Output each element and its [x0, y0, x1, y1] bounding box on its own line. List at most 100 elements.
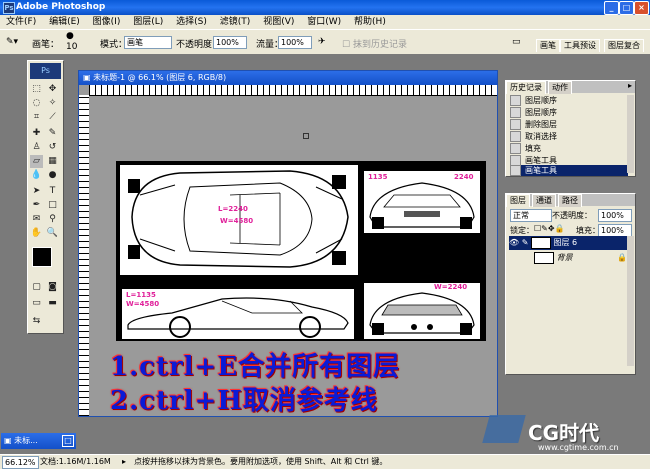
- layer-row-selected[interactable]: 👁 ✎ 图层 6: [509, 236, 631, 250]
- brush-dot-icon[interactable]: ●: [66, 31, 74, 41]
- jump-to-imageready-icon[interactable]: ⇆: [30, 315, 43, 328]
- image-canvas[interactable]: L=2240 W=4580 1135 2240 L=1135 W=4580 W=…: [116, 161, 486, 341]
- airbrush-icon[interactable]: ✈: [318, 37, 326, 47]
- ps-doc-icon: ▣: [83, 73, 91, 82]
- hand-tool-icon[interactable]: ✋: [30, 227, 43, 240]
- tab-paths[interactable]: 路径: [558, 194, 582, 207]
- menu-help[interactable]: 帮助(H): [354, 17, 386, 27]
- tab-actions[interactable]: 动作: [548, 81, 572, 94]
- lasso-tool-icon[interactable]: ◌: [30, 97, 43, 110]
- history-item-label: 图层顺序: [525, 108, 557, 117]
- type-tool-icon[interactable]: T: [46, 185, 59, 198]
- history-item[interactable]: 填充: [510, 143, 628, 154]
- history-item[interactable]: 取消选择: [510, 131, 628, 142]
- menu-edit[interactable]: 编辑(E): [49, 17, 80, 27]
- tab-channels[interactable]: 通道: [532, 194, 556, 207]
- history-item[interactable]: 图层顺序: [510, 95, 628, 106]
- shape-tool-icon[interactable]: □: [46, 199, 59, 212]
- move-tool-icon[interactable]: ✥: [46, 83, 59, 96]
- magic-wand-icon[interactable]: ✧: [46, 97, 59, 110]
- quick-mask-icon[interactable]: ◙: [46, 281, 59, 294]
- history-step-icon: [510, 95, 521, 106]
- screen-mode-full-icon[interactable]: ▬: [46, 297, 59, 310]
- menu-view[interactable]: 视图(V): [263, 17, 294, 27]
- crop-tool-icon[interactable]: ⌗: [30, 111, 43, 124]
- menu-window[interactable]: 窗口(W): [307, 17, 341, 27]
- history-item[interactable]: 删除图层: [510, 119, 628, 130]
- lock-icons[interactable]: ☐✎✥🔒: [534, 224, 565, 233]
- history-step-icon: [510, 131, 521, 142]
- document-size: 文档:1.16M/1.16M: [40, 457, 111, 466]
- car-top-view: L=2240 W=4580: [120, 165, 358, 275]
- marquee-tool-icon[interactable]: ⬚: [30, 83, 43, 96]
- history-panel: 历史记录 动作 ▸ 图层顺序 图层顺序 删除图层 取消选择 填充 画笔工具 画笔…: [505, 80, 636, 177]
- screen-mode-standard-icon[interactable]: ▭: [30, 297, 43, 310]
- pen-tool-icon[interactable]: ✒: [30, 199, 43, 212]
- healing-brush-icon[interactable]: ✚: [30, 127, 43, 140]
- tab-layers[interactable]: 图层: [506, 194, 530, 207]
- history-brush-icon[interactable]: ↺: [46, 141, 59, 154]
- eraser-tool-icon[interactable]: ▱: [30, 155, 43, 168]
- clone-stamp-icon[interactable]: ♙: [30, 141, 43, 154]
- document-title: 未标题-1 @ 66.1% (图层 6, RGB/8): [93, 73, 227, 82]
- status-arrow-icon[interactable]: ▸: [122, 455, 126, 469]
- restore-icon[interactable]: □: [62, 435, 74, 447]
- menu-filter[interactable]: 滤镜(T): [220, 17, 251, 27]
- blur-tool-icon[interactable]: 💧: [30, 169, 43, 182]
- gradient-tool-icon[interactable]: ▦: [46, 155, 59, 168]
- zoom-field[interactable]: 66.12%: [2, 456, 39, 469]
- slice-tool-icon[interactable]: ⟋: [46, 111, 59, 124]
- menu-select[interactable]: 选择(S): [176, 17, 207, 27]
- notes-tool-icon[interactable]: ✉: [30, 213, 43, 226]
- rear-width-label: W=2240: [434, 283, 468, 291]
- layers-scrollbar[interactable]: [627, 236, 634, 366]
- history-scrollbar[interactable]: [627, 95, 634, 173]
- mode-select[interactable]: 画笔: [124, 36, 172, 49]
- instruction-line-1: 1.ctrl+E合并所有图层: [110, 352, 401, 382]
- brush-tool-icon[interactable]: ✎: [46, 127, 59, 140]
- foreground-color-swatch[interactable]: [32, 247, 52, 267]
- layer-opacity-field[interactable]: 100%: [598, 209, 632, 222]
- history-item-label: 图层顺序: [525, 96, 557, 105]
- tool-preset-icon[interactable]: ✎▾: [6, 37, 18, 47]
- maximize-button[interactable]: □: [619, 1, 634, 15]
- history-item-label: 填充: [525, 144, 541, 153]
- tab-history[interactable]: 历史记录: [506, 81, 546, 94]
- cg-logo-mark: [482, 415, 526, 443]
- menu-layer[interactable]: 图层(L): [133, 17, 163, 27]
- history-step-icon: [510, 143, 521, 154]
- menu-file[interactable]: 文件(F): [6, 17, 36, 27]
- app-titlebar: Ps Adobe Photoshop _ □ ×: [0, 0, 650, 15]
- brush-link-icon[interactable]: ✎: [522, 238, 529, 247]
- opacity-field[interactable]: 100%: [213, 36, 247, 49]
- erase-to-history-checkbox[interactable]: ☐ 抹到历史记录: [342, 37, 407, 50]
- cg-logo-url: www.cgtime.com.cn: [538, 443, 619, 452]
- minimize-button[interactable]: _: [604, 1, 619, 15]
- cg-logo-text: CG时代: [528, 421, 600, 445]
- history-item-current[interactable]: 画笔工具: [510, 165, 628, 176]
- app-title: Adobe Photoshop: [16, 2, 106, 12]
- front-length-label: 1135: [368, 173, 388, 181]
- history-item-label: 画笔工具: [525, 166, 557, 175]
- close-button[interactable]: ×: [634, 1, 649, 15]
- path-selection-icon[interactable]: ➤: [30, 185, 43, 198]
- flow-field[interactable]: 100%: [278, 36, 312, 49]
- palette-tab-layer-comps[interactable]: 图层复合: [604, 39, 644, 52]
- eyedropper-icon[interactable]: ⚲: [46, 213, 59, 226]
- eye-icon[interactable]: 👁: [509, 238, 519, 247]
- palette-well-icon[interactable]: ▭: [512, 37, 521, 47]
- minimized-document[interactable]: ▣ 未标... □: [1, 433, 76, 449]
- standard-mode-icon[interactable]: ▢: [30, 281, 43, 294]
- layer-opacity-label: 不透明度：: [552, 211, 592, 220]
- brush-size[interactable]: 10: [66, 42, 77, 52]
- palette-tab-brushes[interactable]: 画笔: [536, 39, 560, 52]
- panel-menu-icon[interactable]: ▸: [628, 81, 632, 90]
- palette-tab-tool-presets[interactable]: 工具预设: [560, 39, 600, 52]
- history-item[interactable]: 图层顺序: [510, 107, 628, 118]
- blend-mode-select[interactable]: 正常: [510, 209, 552, 222]
- menu-image[interactable]: 图像(I): [93, 17, 121, 27]
- zoom-tool-icon[interactable]: 🔍: [46, 227, 59, 240]
- dodge-tool-icon[interactable]: ●: [46, 169, 59, 182]
- layer-row[interactable]: 背景 🔒: [509, 251, 631, 265]
- toolbox-logo-icon: Ps: [30, 63, 61, 79]
